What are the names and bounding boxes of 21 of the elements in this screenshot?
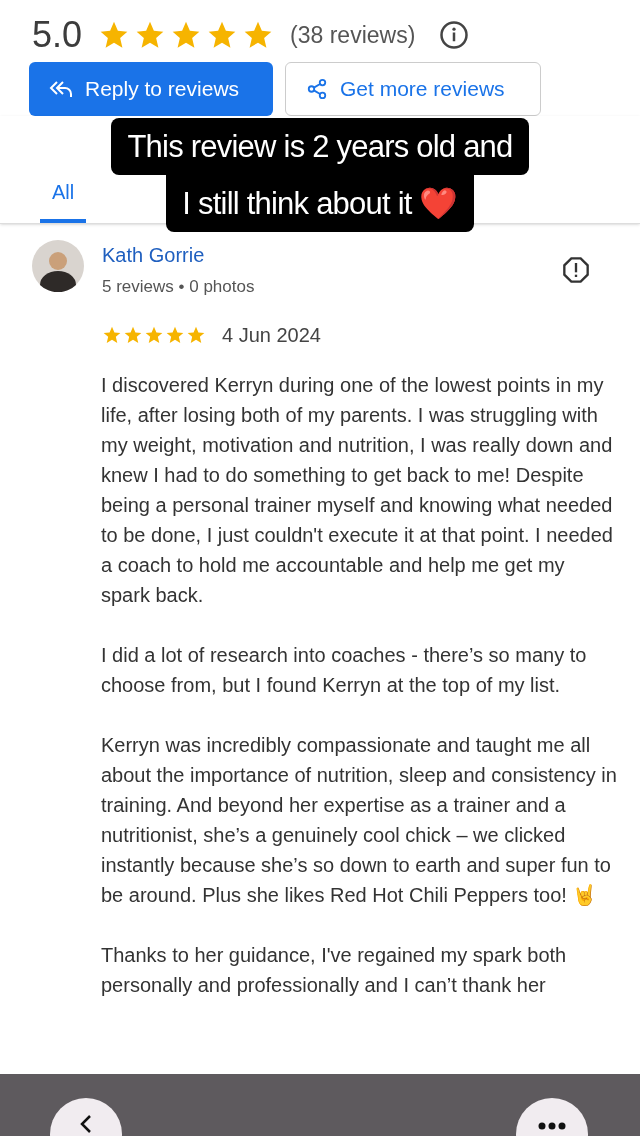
review-paragraph: Kerryn was incredibly compassionate and taught me all about the importance of nutrition, sleep and consistency in training. And beyond her expertise as a trainer and a nutritionist, she’s a genuinely cool chick – we clicked instantly because she’s so down to earth and super fun to be around. Plus she likes Red Hot Chili Peppers too! 🤘 [101, 732, 618, 908]
reviewer-name[interactable]: Kath Gorrie [102, 240, 562, 270]
back-icon [79, 1114, 93, 1134]
review-date: 4 Jun 2024 [222, 322, 321, 348]
reply-button[interactable]: Reply to reviews [29, 62, 273, 116]
reply-all-icon [49, 79, 73, 99]
reviewer-meta: 5 reviews • 0 photos [102, 276, 256, 298]
share-icon [306, 78, 328, 100]
rating-value: 5.0 [32, 13, 83, 57]
report-icon[interactable] [562, 256, 590, 284]
get-reviews-button[interactable]: Get more reviews [285, 62, 541, 116]
review-paragraph: I did a lot of research into coaches - there’s so many to choose from, but I found Kerryn at the top of my list. [101, 642, 588, 698]
tab[interactable]: All [40, 177, 87, 223]
info-icon[interactable] [439, 20, 470, 50]
caption-text: I still think about it ❤ [166, 175, 474, 232]
caption-text: This review is 2 years old and [111, 118, 529, 175]
review-paragraph: I discovered Kerryn during one of the lowest points in my life, after losing both of my parents. I was struggling with my weight, motivation and nutrition, I was really down and knew I had to do something to get back to me! Despite being a personal trainer myself and knowing what needed to be done, I just couldn't execute it at that point. I needed a coach to hold me accountable and help me get my spark back. [101, 372, 614, 608]
more-icon [537, 1122, 567, 1130]
review-paragraph: Thanks to her guidance, I've regained my spark both personally and professionally and I can’t thank her [101, 942, 568, 998]
review-count: (38 reviews) [290, 20, 416, 50]
avatar-icon [32, 240, 84, 292]
